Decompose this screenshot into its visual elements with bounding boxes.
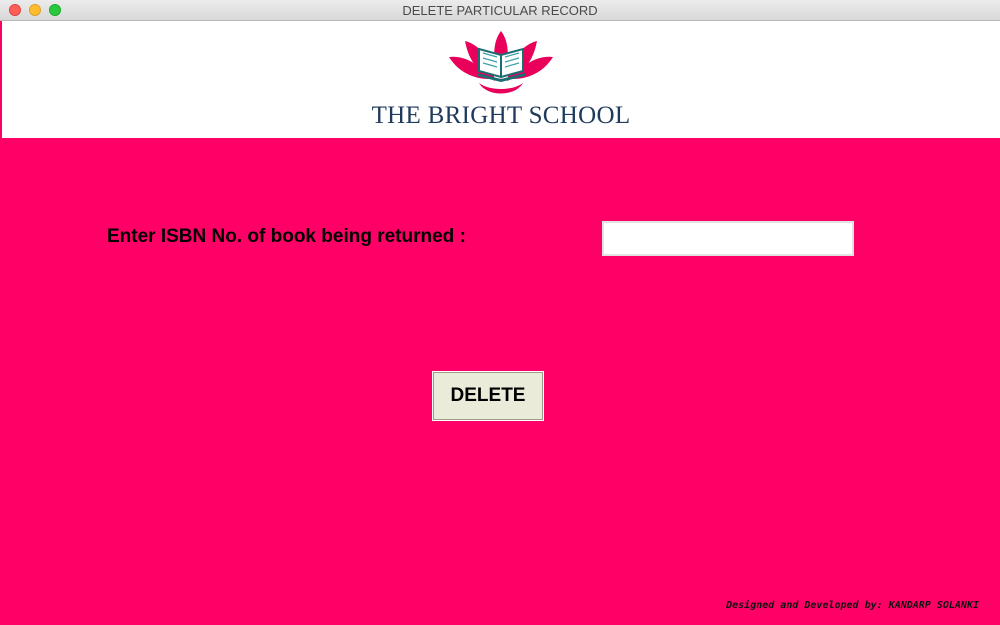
school-header: THE BRIGHT SCHOOL — [2, 21, 1000, 138]
app-window: DELETE PARTICULAR RECORD THE BRIGHT SCHO… — [0, 0, 1000, 625]
school-name: THE BRIGHT SCHOOL — [371, 102, 631, 129]
lotus-book-logo-icon — [449, 31, 553, 94]
isbn-label: Enter ISBN No. of book being returned : — [107, 226, 466, 247]
isbn-input[interactable] — [602, 221, 854, 256]
title-bar[interactable]: DELETE PARTICULAR RECORD — [0, 0, 1000, 21]
footer-credit: Designed and Developed by: KANDARP SOLAN… — [726, 600, 979, 611]
window-title: DELETE PARTICULAR RECORD — [402, 3, 598, 18]
delete-button[interactable]: DELETE — [432, 371, 544, 421]
